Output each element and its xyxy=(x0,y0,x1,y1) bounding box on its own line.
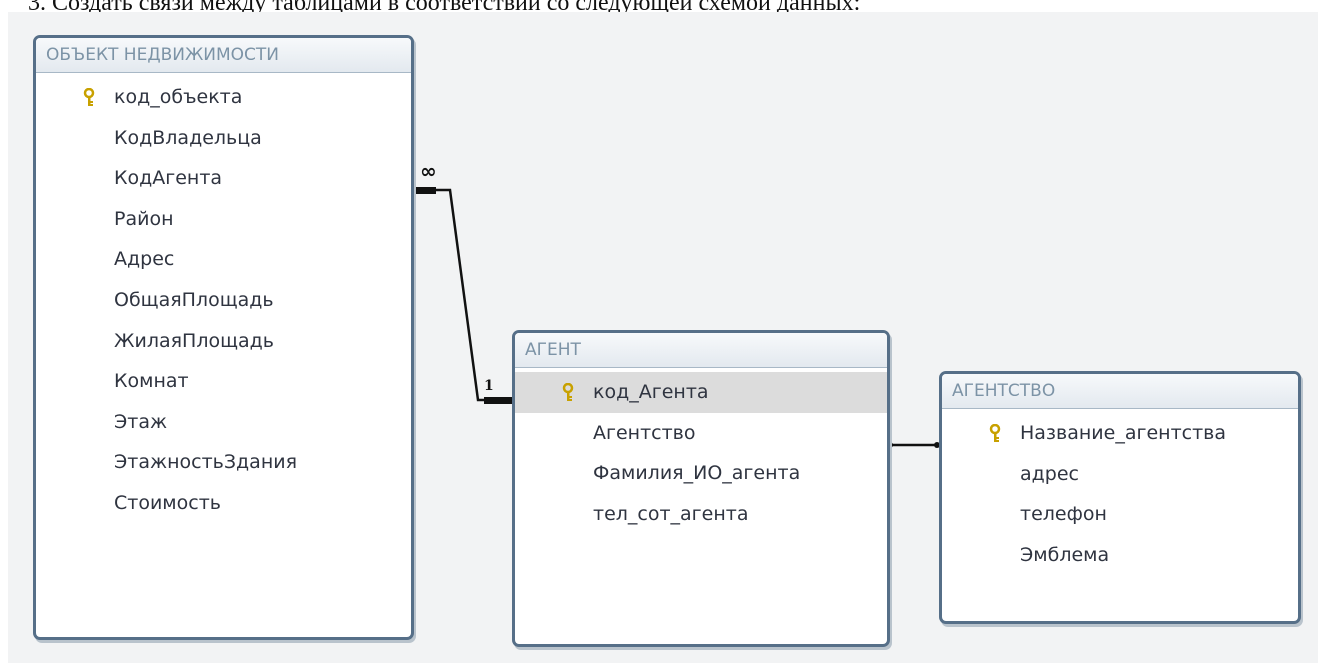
field-name: код_объекта xyxy=(114,86,243,108)
field-name: КодВладельца xyxy=(114,126,262,149)
field-row[interactable]: телефон xyxy=(942,494,1298,535)
field-name: Название_агентства xyxy=(1020,422,1226,444)
field-name: телефон xyxy=(1020,503,1107,526)
key-icon xyxy=(989,424,1001,442)
field-name: Комнат xyxy=(114,370,189,393)
field-name: КодАгента xyxy=(114,167,223,190)
field-name: ЖилаяПлощадь xyxy=(114,329,274,352)
field-list: Название_агентства адрес телефон Эмблема xyxy=(942,409,1298,575)
field-row[interactable]: Стоимость xyxy=(36,483,411,524)
field-name: ОбщаяПлощадь xyxy=(114,288,274,311)
many-label: ∞ xyxy=(420,159,437,183)
field-name: ЭтажностьЗдания xyxy=(114,451,298,474)
field-name: Эмблема xyxy=(1020,543,1110,566)
relationship-objekt-agent[interactable]: ∞ 1 xyxy=(412,159,516,404)
table-title[interactable]: АГЕНТСТВО xyxy=(942,374,1298,409)
relationship-agent-agentstvo[interactable] xyxy=(886,442,941,448)
field-row-selected[interactable]: код_Агента xyxy=(515,372,887,413)
field-row[interactable]: тел_сот_агента xyxy=(515,494,887,535)
field-row[interactable]: ЖилаяПлощадь xyxy=(36,321,411,362)
field-row[interactable]: Название_агентства xyxy=(942,413,1298,454)
field-row[interactable]: Эмблема xyxy=(942,535,1298,576)
one-label: 1 xyxy=(484,378,494,394)
field-row[interactable]: ЭтажностьЗдания xyxy=(36,442,411,483)
field-name: Агентство xyxy=(593,421,696,444)
table-title[interactable]: АГЕНТ xyxy=(515,333,887,368)
field-name: тел_сот_агента xyxy=(593,502,749,525)
field-name: код_Агента xyxy=(593,381,709,403)
field-row[interactable]: Агентство xyxy=(515,413,887,454)
field-list: код_объекта КодВладельца КодАгента Район… xyxy=(36,73,411,524)
field-row[interactable]: Адрес xyxy=(36,239,411,280)
key-icon xyxy=(562,383,574,401)
field-row[interactable]: КодАгента xyxy=(36,158,411,199)
field-name: Этаж xyxy=(114,410,168,433)
field-name: Стоимость xyxy=(114,491,221,514)
table-agent[interactable]: АГЕНТ код_Агента Агентство Фамилия_ИО_аг… xyxy=(512,330,890,647)
field-row[interactable]: код_объекта xyxy=(36,77,411,118)
field-row[interactable]: ОбщаяПлощадь xyxy=(36,280,411,321)
key-icon xyxy=(83,88,95,106)
field-name: Район xyxy=(114,207,174,230)
field-name: адрес xyxy=(1020,462,1079,485)
field-row[interactable]: Фамилия_ИО_агента xyxy=(515,453,887,494)
table-title[interactable]: ОБЪЕКТ НЕДВИЖИМОСТИ xyxy=(36,38,411,73)
field-name: Фамилия_ИО_агента xyxy=(593,462,801,485)
table-objekt-nedvizhimosti[interactable]: ОБЪЕКТ НЕДВИЖИМОСТИ код_объекта КодВладе… xyxy=(33,35,414,640)
field-row[interactable]: КодВладельца xyxy=(36,118,411,159)
field-row[interactable]: Этаж xyxy=(36,402,411,443)
field-list: код_Агента Агентство Фамилия_ИО_агента т… xyxy=(515,368,887,534)
table-agentstvo[interactable]: АГЕНТСТВО Название_агентства адрес телеф… xyxy=(939,371,1301,624)
field-row[interactable]: Район xyxy=(36,199,411,240)
field-row[interactable]: адрес xyxy=(942,454,1298,495)
field-name: Адрес xyxy=(114,248,175,271)
field-row[interactable]: Комнат xyxy=(36,361,411,402)
